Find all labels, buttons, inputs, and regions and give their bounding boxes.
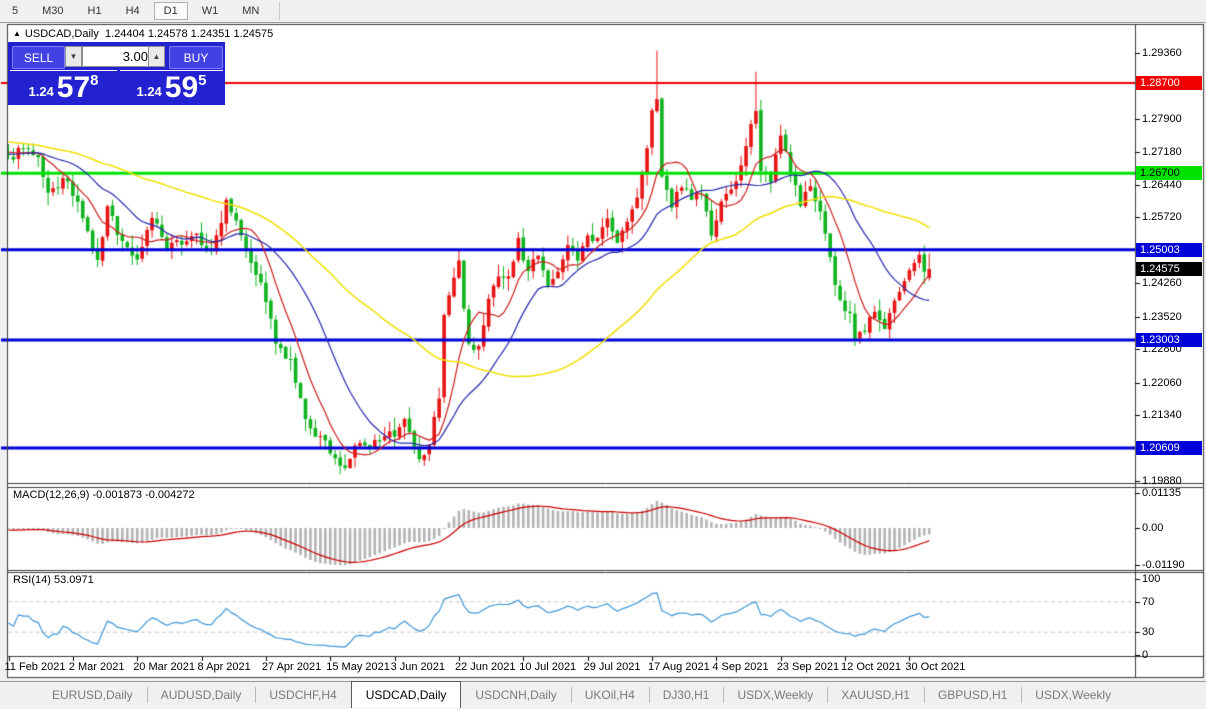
symbol-tab-ukoil[interactable]: UKOil,H4 bbox=[571, 682, 649, 708]
sell-price-prefix: 1.24 bbox=[28, 84, 53, 99]
buy-price-big: 59 bbox=[165, 74, 198, 102]
price-axis-tick: 1.29360 bbox=[1142, 47, 1182, 59]
symbol-tab-usdx[interactable]: USDX,Weekly bbox=[723, 682, 827, 708]
chart-window bbox=[7, 24, 1204, 678]
macd-label: MACD(12,26,9) -0.001873 -0.004272 bbox=[13, 489, 195, 501]
sell-button[interactable]: SELL bbox=[12, 46, 65, 69]
price-axis-tick: 1.24260 bbox=[1142, 277, 1182, 289]
symbol-tab-xauusd[interactable]: XAUUSD,H1 bbox=[827, 682, 924, 708]
date-axis-label: 30 Oct 2021 bbox=[905, 661, 965, 673]
tabbar-padding bbox=[0, 682, 38, 708]
timeframe-button-5[interactable]: 5 bbox=[2, 2, 28, 20]
collapse-icon[interactable]: ▲ bbox=[13, 29, 21, 38]
chart-title: ▲ USDCAD,Daily 1.24404 1.24578 1.24351 1.… bbox=[13, 28, 273, 40]
rsi-axis-tick: 0 bbox=[1142, 649, 1148, 661]
date-axis-label: 17 Aug 2021 bbox=[648, 661, 710, 673]
symbol-tab-eurusd[interactable]: EURUSD,Daily bbox=[38, 682, 147, 708]
date-axis-label: 23 Sep 2021 bbox=[777, 661, 839, 673]
price-axis-tick: 1.26440 bbox=[1142, 179, 1182, 191]
rsi-label: RSI(14) 53.0971 bbox=[13, 574, 94, 586]
date-axis-label: 15 May 2021 bbox=[326, 661, 390, 673]
rsi-axis-tick: 100 bbox=[1142, 573, 1160, 585]
sell-price-sup: 8 bbox=[90, 72, 98, 89]
chart-ohlc-values: 1.24404 1.24578 1.24351 1.24575 bbox=[105, 28, 273, 40]
volume-up-button[interactable]: ▲ bbox=[148, 46, 165, 67]
price-axis-tick: 1.22060 bbox=[1142, 377, 1182, 389]
mt4-window: { "toolbar": { "timeframes": [ {"label":… bbox=[0, 0, 1206, 709]
price-level-badge: 1.23003 bbox=[1136, 333, 1202, 347]
macd-axis-tick: -0.01190 bbox=[1142, 559, 1185, 571]
price-level-badge: 1.25003 bbox=[1136, 243, 1202, 257]
buy-button[interactable]: BUY bbox=[169, 46, 223, 69]
symbol-tab-usdcad[interactable]: USDCAD,Daily bbox=[351, 681, 462, 708]
timeframe-button-h4[interactable]: H4 bbox=[116, 2, 150, 20]
price-axis-tick: 1.21340 bbox=[1142, 409, 1182, 421]
macd-axis-tick: 0.01135 bbox=[1142, 487, 1181, 499]
symbol-tab-dj30[interactable]: DJ30,H1 bbox=[649, 682, 724, 708]
date-axis-label: 12 Oct 2021 bbox=[841, 661, 901, 673]
rsi-axis-tick: 70 bbox=[1142, 596, 1154, 608]
timeframe-button-w1[interactable]: W1 bbox=[192, 2, 229, 20]
symbol-tab-gbpusd[interactable]: GBPUSD,H1 bbox=[924, 682, 1021, 708]
volume-input[interactable]: 3.00 bbox=[82, 46, 155, 67]
symbol-tab-usdchf[interactable]: USDCHF,H4 bbox=[255, 682, 350, 708]
date-axis-label: 27 Apr 2021 bbox=[262, 661, 321, 673]
date-axis-label: 3 Jun 2021 bbox=[391, 661, 445, 673]
price-axis-tick: 1.27180 bbox=[1142, 146, 1182, 158]
date-axis-label: 2 Mar 2021 bbox=[69, 661, 125, 673]
buy-price-sup: 5 bbox=[198, 72, 206, 89]
symbol-tab-audusd[interactable]: AUDUSD,Daily bbox=[147, 682, 256, 708]
timeframe-button-m30[interactable]: M30 bbox=[32, 2, 73, 20]
price-level-badge: 1.26700 bbox=[1136, 166, 1202, 180]
symbol-tab-bar: EURUSD,DailyAUDUSD,DailyUSDCHF,H4USDCAD,… bbox=[0, 681, 1206, 708]
date-axis-label: 4 Sep 2021 bbox=[712, 661, 768, 673]
date-axis-label: 10 Jul 2021 bbox=[519, 661, 576, 673]
price-axis-tick: 1.25720 bbox=[1142, 211, 1182, 223]
symbol-tab-usdx[interactable]: USDX,Weekly bbox=[1021, 682, 1125, 708]
date-axis-label: 11 Feb 2021 bbox=[5, 661, 66, 673]
date-axis-label: 29 Jul 2021 bbox=[584, 661, 641, 673]
price-level-badge: 1.28700 bbox=[1136, 76, 1202, 90]
date-axis-label: 20 Mar 2021 bbox=[133, 661, 195, 673]
sell-price-big: 57 bbox=[57, 74, 90, 102]
price-level-badge: 1.20609 bbox=[1136, 441, 1202, 455]
timeframe-toolbar: 5M30 H1H4D1W1MN bbox=[0, 0, 1206, 23]
symbol-tab-usdcnh[interactable]: USDCNH,Daily bbox=[461, 682, 570, 708]
price-axis-tick: 1.23520 bbox=[1142, 311, 1182, 323]
buy-price-display[interactable]: 1.24 59 5 bbox=[120, 70, 223, 103]
macd-axis-tick: 0.00 bbox=[1142, 522, 1163, 534]
toolbar-separator bbox=[279, 2, 280, 20]
volume-down-button[interactable]: ▼ bbox=[65, 46, 82, 67]
rsi-axis-tick: 30 bbox=[1142, 626, 1154, 638]
current-price-badge: 1.24575 bbox=[1136, 262, 1202, 276]
timeframe-button-d1[interactable]: D1 bbox=[154, 2, 188, 20]
chart-symbol-label: USDCAD,Daily bbox=[25, 28, 99, 40]
timeframe-button-h1[interactable]: H1 bbox=[78, 2, 112, 20]
buy-price-prefix: 1.24 bbox=[136, 84, 161, 99]
date-axis-label: 22 Jun 2021 bbox=[455, 661, 516, 673]
one-click-trade-panel: SELL ▼ 3.00 ▲ BUY 1.24 57 8 1.24 59 5 bbox=[8, 42, 225, 105]
sell-price-display[interactable]: 1.24 57 8 bbox=[10, 70, 117, 103]
price-axis-tick: 1.19880 bbox=[1142, 475, 1182, 487]
price-axis-tick: 1.27900 bbox=[1142, 113, 1182, 125]
timeframe-button-mn[interactable]: MN bbox=[232, 2, 269, 20]
date-axis-label: 8 Apr 2021 bbox=[198, 661, 251, 673]
